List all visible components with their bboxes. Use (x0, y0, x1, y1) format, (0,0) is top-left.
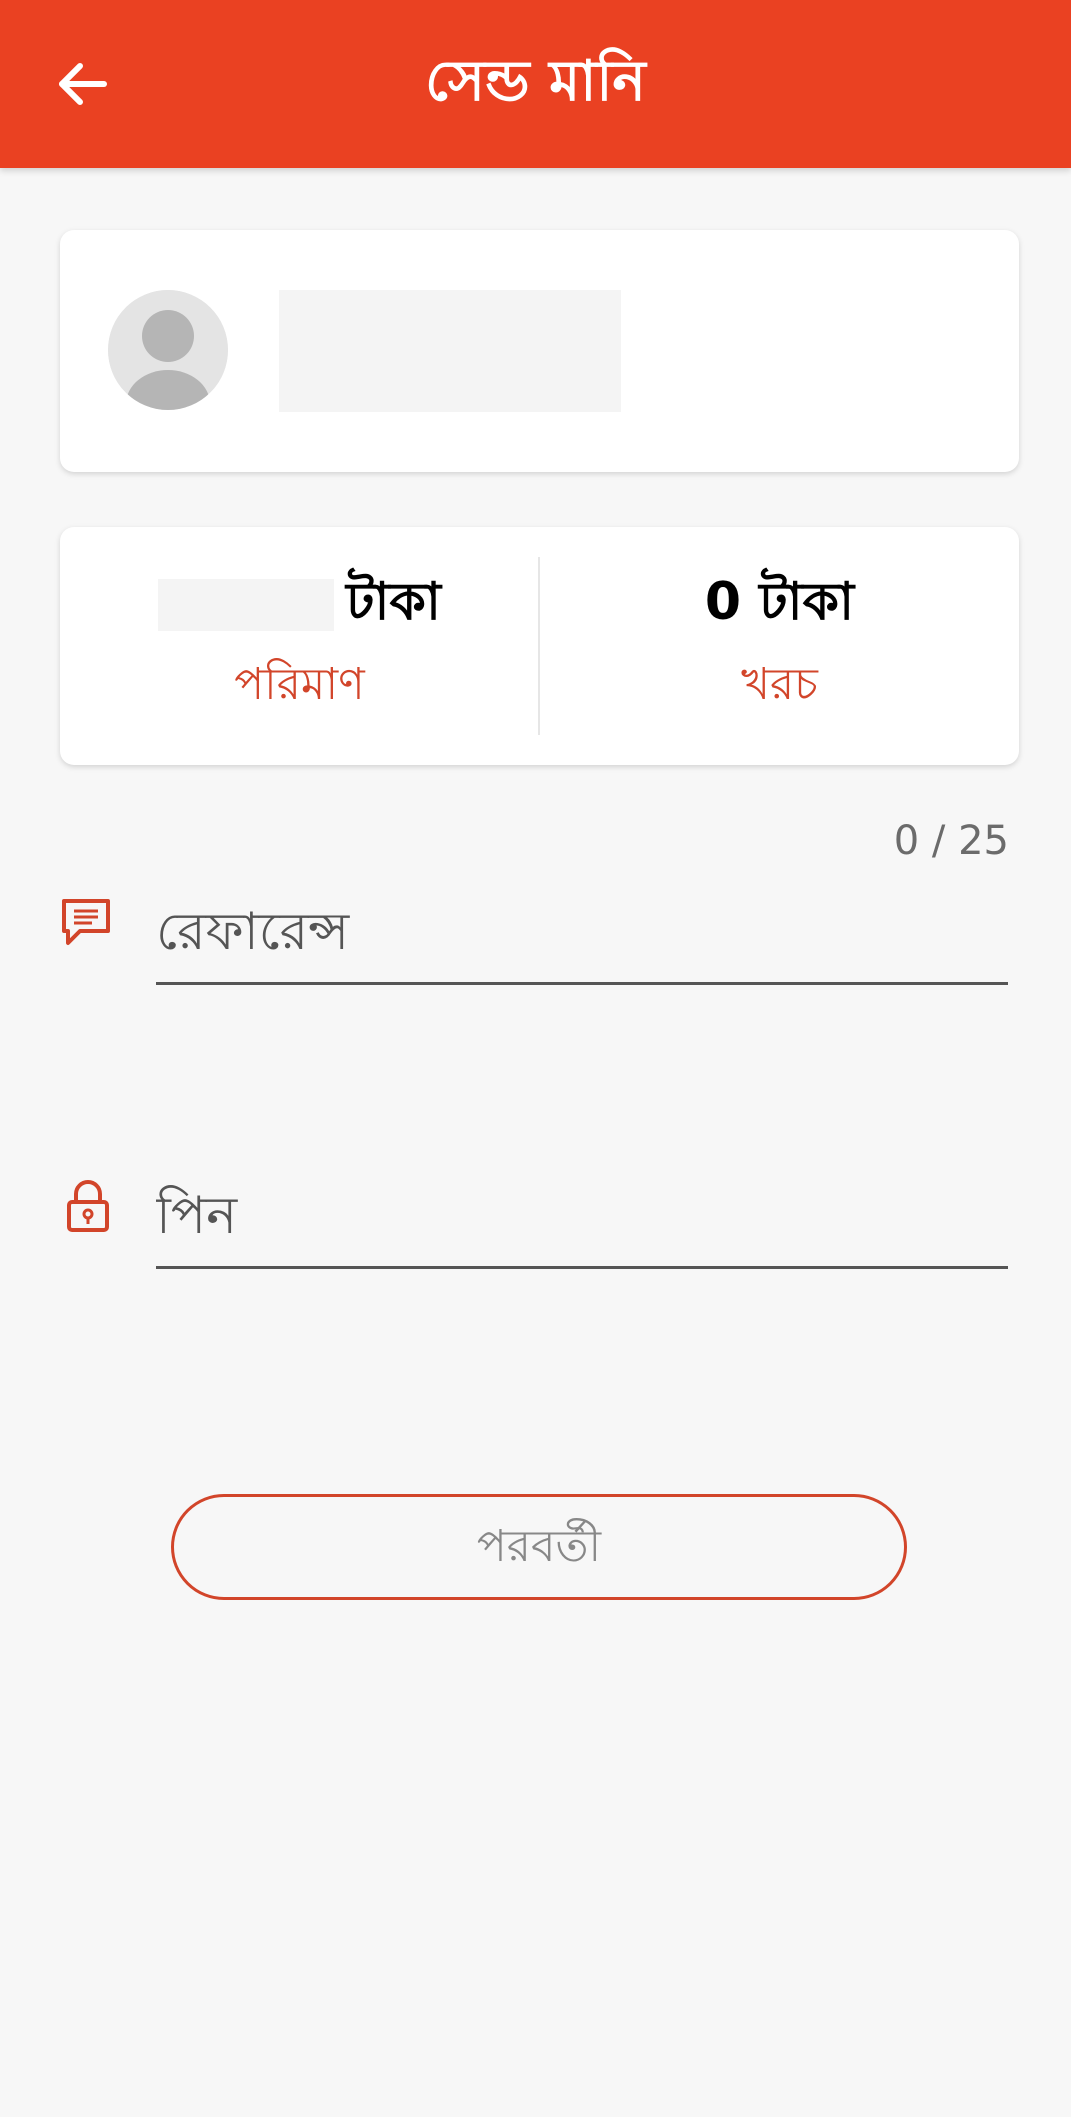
page-title: সেন্ড মানি (425, 49, 646, 114)
amount-card: টাকা পরিমাণ 0 টাকা খরচ (60, 527, 1019, 765)
charge-value: 0 টাকা (704, 572, 855, 632)
amount-label: পরিমাণ (234, 659, 365, 710)
charge-column: 0 টাকা খরচ (540, 527, 1019, 765)
recipient-name (279, 290, 621, 412)
reference-input[interactable] (156, 882, 1008, 982)
pin-input[interactable] (156, 1166, 1008, 1266)
app-bar: সেন্ড মানি (0, 0, 1071, 168)
charge-label: খরচ (741, 659, 818, 710)
amount-unit: টাকা (346, 572, 441, 632)
lock-icon (60, 1178, 116, 1234)
person-avatar-icon (108, 290, 228, 410)
pin-field (156, 1166, 1008, 1269)
amount-number (158, 579, 335, 631)
amount-column: টাকা পরিমাণ (60, 527, 539, 765)
reference-counter: 0 / 25 (893, 818, 1009, 864)
next-button[interactable]: পরবর্তী (171, 1494, 907, 1600)
reference-field (156, 882, 1008, 985)
recipient-card (60, 230, 1019, 472)
message-icon (58, 895, 114, 951)
amount-value: টাকা (60, 567, 539, 637)
avatar (108, 290, 228, 410)
